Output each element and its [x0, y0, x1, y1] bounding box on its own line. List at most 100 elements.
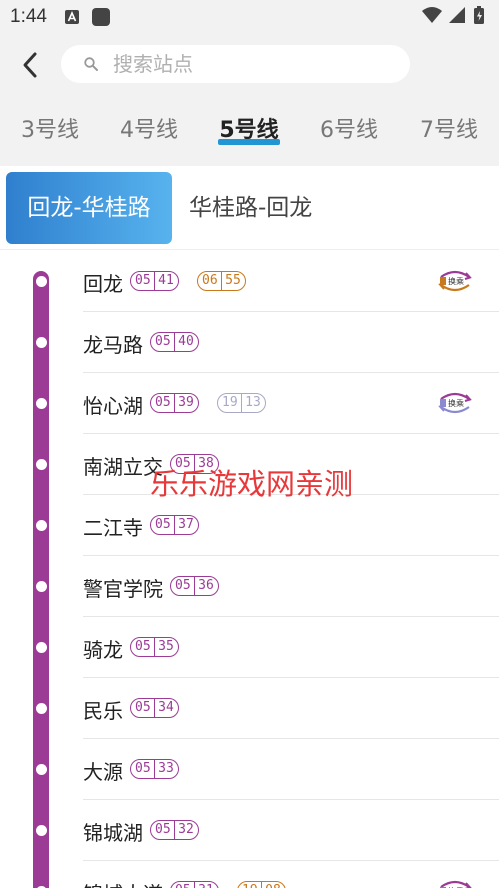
signal-icon [449, 7, 465, 23]
station-item[interactable]: 民乐 05 34 [0, 678, 499, 739]
time-minute: 08 [265, 882, 281, 888]
time-minute: 38 [198, 456, 214, 471]
time-separator [153, 699, 156, 717]
transfer-icon[interactable]: 换乘 [437, 879, 473, 888]
station-name: 锦城大道 [83, 878, 163, 888]
station-item[interactable]: 回龙 05 41 06 55 换乘 [0, 251, 499, 312]
app-square-icon [92, 8, 110, 26]
first-train-badge: 05 36 [170, 576, 219, 596]
station-dot [36, 703, 47, 714]
station-item[interactable]: 怡心湖 05 39 19 13 换乘 [0, 373, 499, 434]
station-dot [36, 642, 47, 653]
station-name: 大源 [83, 760, 123, 784]
station-item[interactable]: 骑龙 05 35 [0, 617, 499, 678]
tab-line-6[interactable]: 6号线 [317, 112, 381, 152]
time-hour: 05 [155, 822, 171, 837]
transfer-icon[interactable]: 换乘 [437, 269, 473, 293]
time-hour: 05 [135, 700, 151, 715]
station-dot [36, 764, 47, 775]
first-train-badge: 05 35 [130, 637, 179, 657]
time-minute: 13 [245, 395, 261, 410]
first-train-badge: 05 32 [150, 820, 199, 840]
station-name: 警官学院 [83, 577, 163, 601]
station-item[interactable]: 警官学院 05 36 [0, 556, 499, 617]
first-train-badge: 05 33 [130, 759, 179, 779]
transfer-icon[interactable]: 换乘 [437, 391, 473, 415]
station-item[interactable]: 龙马路 05 40 [0, 312, 499, 373]
back-button[interactable] [16, 50, 46, 80]
station-item[interactable]: 锦城大道05311908换乘 [0, 861, 499, 888]
time-separator [173, 394, 176, 412]
station-item[interactable]: 南湖立交 05 38 [0, 434, 499, 495]
time-minute: 41 [158, 273, 174, 288]
time-minute: 36 [198, 578, 214, 593]
last-train-badge: 1908 [237, 881, 286, 888]
app-notification-icon [65, 10, 79, 24]
time-separator [153, 272, 156, 290]
back-arrow-icon [23, 52, 37, 78]
first-train-badge: 05 34 [130, 698, 179, 718]
tab-line-4[interactable]: 4号线 [117, 112, 181, 152]
time-minute: 37 [178, 517, 194, 532]
tab-line-3[interactable]: 3号线 [18, 112, 82, 152]
station-row: 龙马路 05 40 [83, 312, 499, 373]
time-hour: 06 [202, 273, 218, 288]
time-minute: 39 [178, 395, 194, 410]
station-row: 大源 05 33 [83, 739, 499, 800]
search-input[interactable] [113, 45, 403, 83]
station-name: 回龙 [83, 272, 123, 296]
direction-tabs: 回龙-华桂路 华桂路-回龙 [0, 166, 499, 250]
station-list[interactable]: 回龙 05 41 06 55 换乘 龙马路 05 40 怡心湖 05 39 19 13 换乘 南湖立交 05 38… [0, 251, 499, 888]
station-row: 骑龙 05 35 [83, 617, 499, 678]
station-row: 民乐 05 34 [83, 678, 499, 739]
station-row: 怡心湖 05 39 19 13 换乘 [83, 373, 499, 434]
tab-line-5[interactable]: 5号线 [218, 112, 280, 152]
station-name: 民乐 [83, 699, 123, 723]
time-separator [173, 516, 176, 534]
time-hour: 05 [155, 517, 171, 532]
line-tabs: 3号线 4号线 5号线 6号线 7号线 [0, 112, 499, 152]
station-item[interactable]: 二江寺 05 37 [0, 495, 499, 556]
transfer-label: 换乘 [448, 398, 464, 408]
first-train-badge: 05 41 [130, 271, 179, 291]
battery-icon [474, 6, 484, 24]
station-dot [36, 337, 47, 348]
time-hour: 05 [155, 334, 171, 349]
tab-line-7[interactable]: 7号线 [417, 112, 481, 152]
station-name: 二江寺 [83, 516, 143, 540]
time-hour: 05 [175, 578, 191, 593]
station-name: 怡心湖 [83, 394, 143, 418]
time-separator [153, 760, 156, 778]
status-bar: 1:44 [0, 0, 499, 34]
station-dot [36, 520, 47, 531]
station-dot [36, 581, 47, 592]
first-train-badge: 05 38 [170, 454, 219, 474]
system-status-icons [422, 6, 484, 24]
time-separator [260, 882, 263, 888]
status-time: 1:44 [10, 6, 47, 27]
station-item[interactable]: 大源 05 33 [0, 739, 499, 800]
station-name: 锦城湖 [83, 821, 143, 845]
search-box[interactable] [61, 45, 410, 83]
time-minute: 33 [158, 761, 174, 776]
first-train-badge: 05 39 [150, 393, 199, 413]
time-hour: 05 [175, 456, 191, 471]
first-train-badge: 05 40 [150, 332, 199, 352]
last-train-badge: 06 55 [197, 271, 246, 291]
station-row: 锦城大道05311908换乘 [83, 861, 499, 888]
station-row: 锦城湖 05 32 [83, 800, 499, 861]
direction-tab-huilong-huaguilu[interactable]: 回龙-华桂路 [6, 172, 172, 244]
first-train-badge: 05 37 [150, 515, 199, 535]
search-icon [84, 57, 98, 71]
time-hour: 19 [222, 395, 238, 410]
time-minute: 32 [178, 822, 194, 837]
time-separator [153, 638, 156, 656]
transfer-label: 换乘 [448, 276, 464, 286]
station-row: 警官学院 05 36 [83, 556, 499, 617]
direction-tab-huaguilu-huilong[interactable]: 华桂路-回龙 [189, 172, 312, 244]
time-separator [193, 882, 196, 888]
station-item[interactable]: 锦城湖 05 32 [0, 800, 499, 861]
time-minute: 35 [158, 639, 174, 654]
time-separator [193, 577, 196, 595]
time-separator [240, 394, 243, 412]
